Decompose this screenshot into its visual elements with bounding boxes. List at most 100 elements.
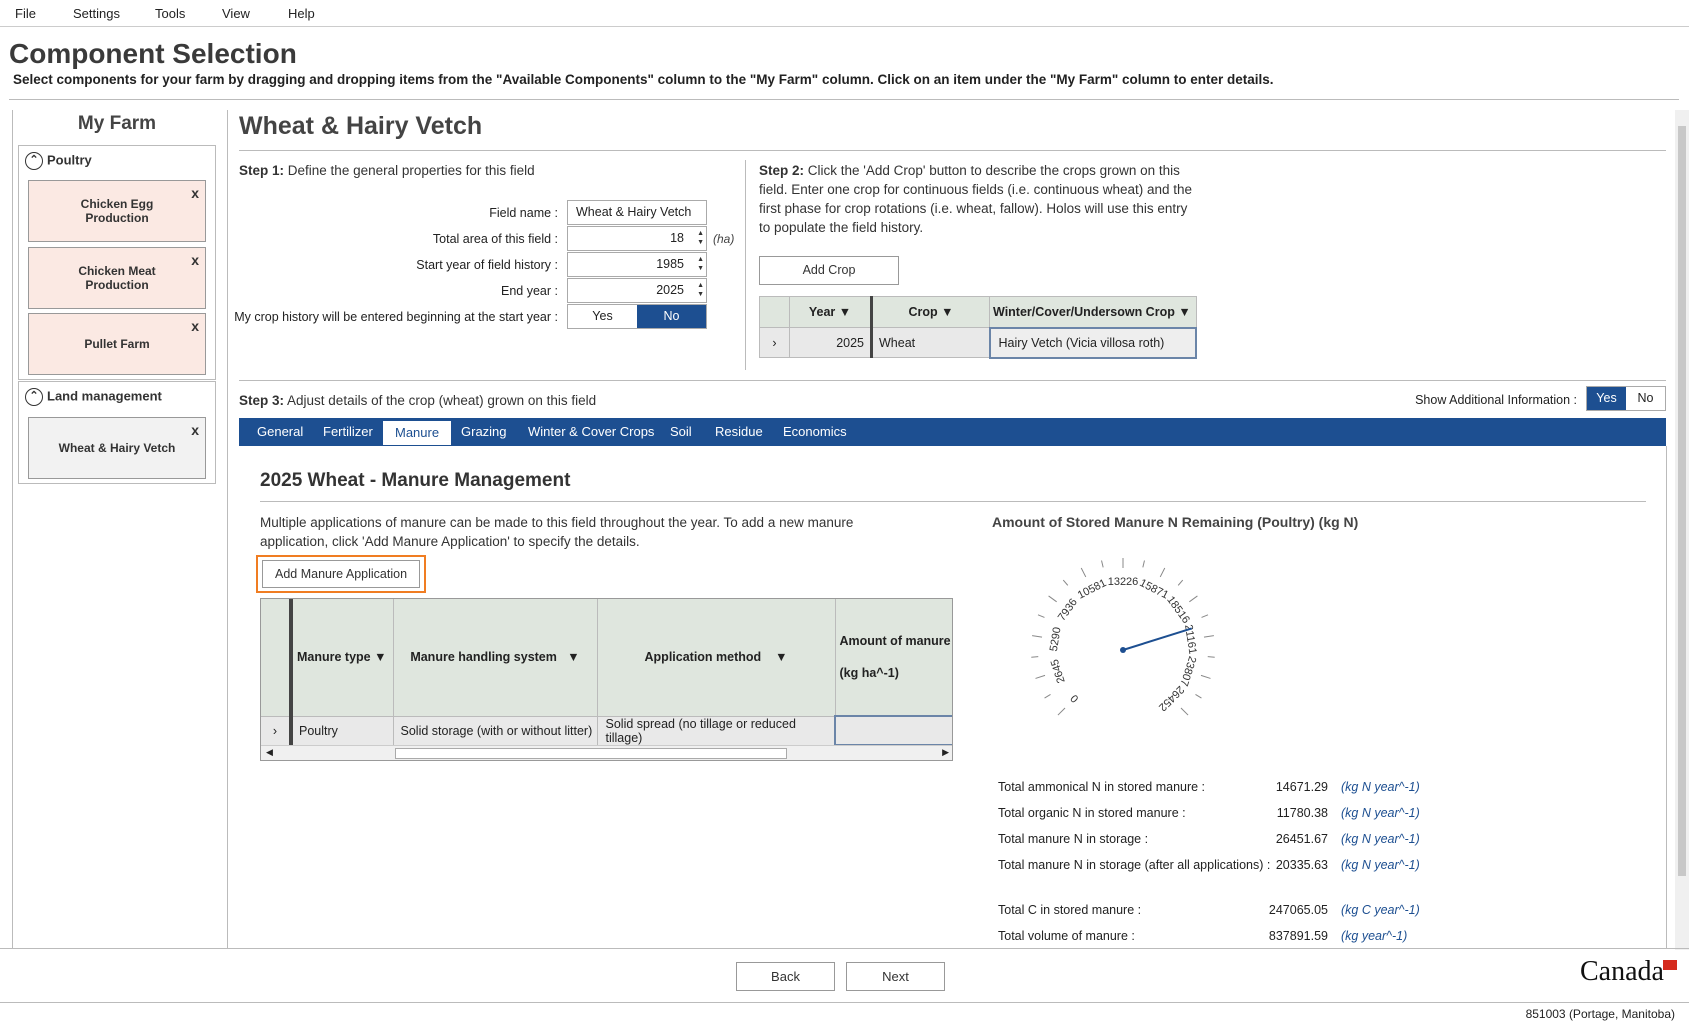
- tab-residue[interactable]: Residue: [715, 424, 763, 439]
- stat-value: 837891.59: [1268, 929, 1328, 943]
- menu-tools[interactable]: Tools: [155, 6, 185, 21]
- header-crop[interactable]: Crop ▼: [871, 296, 990, 328]
- gauge-needle: [1122, 627, 1192, 651]
- divider: [1666, 446, 1667, 948]
- card-wheat-hairy-vetch[interactable]: x Wheat & Hairy Vetch: [28, 417, 206, 479]
- next-button[interactable]: Next: [846, 962, 945, 991]
- collapse-icon[interactable]: ⌃: [25, 152, 43, 170]
- menu-help[interactable]: Help: [288, 6, 315, 21]
- menu-view[interactable]: View: [222, 6, 250, 21]
- cell-year[interactable]: 2025: [789, 327, 873, 358]
- back-button[interactable]: Back: [736, 962, 835, 991]
- cell-crop[interactable]: Wheat: [871, 327, 990, 358]
- group-label: Poultry: [47, 152, 92, 168]
- area-input[interactable]: 18 ▲ ▼: [567, 226, 707, 251]
- gauge-tick: [1057, 707, 1066, 716]
- cell-cover[interactable]: Hairy Vetch (Vicia villosa roth): [988, 326, 1197, 359]
- filter-icon[interactable]: ▼: [775, 650, 787, 664]
- spinner-icon[interactable]: ▲ ▼: [697, 229, 704, 247]
- header-year[interactable]: Year ▼: [789, 296, 873, 328]
- show-info-no[interactable]: No: [1626, 387, 1665, 410]
- filter-icon[interactable]: ▼: [567, 650, 579, 664]
- show-info-yes[interactable]: Yes: [1587, 387, 1626, 410]
- gauge-tick: [1032, 635, 1043, 638]
- spinner-icon[interactable]: ▲ ▼: [697, 255, 704, 273]
- filter-icon[interactable]: ▼: [1178, 305, 1190, 319]
- manure-gauge: 026455290793610581 13226 15871185162116123…: [1031, 558, 1215, 716]
- card-chicken-meat[interactable]: x Chicken Meat Production: [28, 247, 206, 309]
- gauge-title: Amount of Stored Manure N Remaining (Pou…: [992, 514, 1359, 530]
- gauge-tick-label: 18516: [1164, 594, 1192, 626]
- field-name-input[interactable]: Wheat & Hairy Vetch: [567, 200, 707, 225]
- card-chicken-egg[interactable]: x Chicken Egg Production: [28, 180, 206, 242]
- cell-manure-type[interactable]: Poultry: [291, 715, 394, 745]
- divider: [745, 160, 746, 370]
- collapse-icon[interactable]: ⌃: [25, 388, 43, 406]
- filter-icon[interactable]: ▼: [941, 305, 953, 319]
- page-title: Component Selection: [9, 38, 297, 69]
- stat-value: 14671.29: [1275, 780, 1328, 794]
- header-handling-system[interactable]: Manure handling system ▼: [393, 599, 598, 716]
- card-label: Wheat & Hairy Vetch: [58, 441, 176, 455]
- vertical-scrollbar[interactable]: [1675, 110, 1689, 950]
- remove-icon[interactable]: x: [191, 318, 199, 334]
- stat-label: Total manure N in storage (after all app…: [998, 858, 1271, 872]
- tab-fertilizer[interactable]: Fertilizer: [323, 424, 373, 439]
- divider: [260, 501, 1646, 502]
- header-amount[interactable]: Amount of manure (kg ha^-1): [835, 599, 952, 716]
- gauge-tick: [1203, 635, 1214, 638]
- expand-icon[interactable]: ›: [261, 715, 293, 745]
- end-year-label: End year :: [501, 284, 558, 298]
- filter-icon[interactable]: ▼: [839, 305, 851, 319]
- stat-unit: (kg year^-1): [1341, 929, 1408, 943]
- tab-winter-cover[interactable]: Winter & Cover Crops: [528, 424, 654, 439]
- cell-amount[interactable]: 14000: [834, 715, 952, 746]
- step3-text: Step 3: Adjust details of the crop (whea…: [239, 393, 597, 408]
- remove-icon[interactable]: x: [191, 422, 199, 438]
- tab-soil[interactable]: Soil: [670, 424, 692, 439]
- remove-icon[interactable]: x: [191, 185, 199, 201]
- menu-bar: File Settings Tools View Help: [0, 0, 1689, 27]
- menu-settings[interactable]: Settings: [73, 6, 120, 21]
- scroll-right-icon[interactable]: ▶: [942, 747, 949, 758]
- history-yes[interactable]: Yes: [568, 305, 637, 328]
- manure-table: Manure type ▼ Manure handling system ▼ A…: [260, 598, 953, 761]
- tab-economics[interactable]: Economics: [783, 424, 847, 439]
- menu-file[interactable]: File: [15, 6, 36, 21]
- filter-icon[interactable]: ▼: [374, 650, 386, 664]
- page-subtitle: Select components for your farm by dragg…: [13, 72, 1274, 87]
- scroll-thumb[interactable]: [1678, 126, 1686, 876]
- stat-unit: (kg C year^-1): [1341, 903, 1420, 917]
- remove-icon[interactable]: x: [191, 252, 199, 268]
- horizontal-scrollbar[interactable]: ◀ ▶: [261, 745, 952, 760]
- add-crop-button[interactable]: Add Crop: [759, 256, 899, 285]
- divider: [0, 948, 1689, 949]
- gauge-tick-label: 7936: [1056, 597, 1080, 624]
- end-year-input[interactable]: 2025 ▲ ▼: [567, 278, 707, 303]
- expand-icon[interactable]: ›: [759, 327, 790, 358]
- tab-grazing[interactable]: Grazing: [461, 424, 507, 439]
- tab-general[interactable]: General: [257, 424, 303, 439]
- header-application-method[interactable]: Application method ▼: [597, 599, 836, 716]
- card-pullet-farm[interactable]: x Pullet Farm: [28, 313, 206, 375]
- card-label: Pullet Farm: [84, 337, 150, 351]
- start-year-label: Start year of field history :: [416, 258, 558, 272]
- divider: [239, 150, 1666, 151]
- tab-manure[interactable]: Manure: [382, 420, 453, 446]
- gauge-tick: [1031, 656, 1039, 658]
- cell-application-method[interactable]: Solid spread (no tillage or reduced till…: [597, 715, 836, 745]
- header-manure-type[interactable]: Manure type ▼: [291, 599, 394, 716]
- cell-handling-system[interactable]: Solid storage (with or without litter): [393, 715, 598, 745]
- spinner-icon[interactable]: ▲ ▼: [697, 281, 704, 299]
- gauge-tick: [1189, 595, 1198, 603]
- area-unit: (ha): [713, 232, 735, 246]
- start-year-input[interactable]: 1985 ▲ ▼: [567, 252, 707, 277]
- scroll-thumb[interactable]: [395, 748, 787, 759]
- scroll-left-icon[interactable]: ◀: [266, 747, 273, 758]
- history-no[interactable]: No: [637, 305, 706, 328]
- gauge-tick-label: 2645: [1049, 658, 1068, 685]
- gauge-tick: [1207, 656, 1215, 658]
- add-manure-application-button[interactable]: Add Manure Application: [262, 560, 420, 588]
- gauge-tick: [1062, 579, 1069, 586]
- header-cover[interactable]: Winter/Cover/Undersown Crop ▼: [989, 296, 1197, 328]
